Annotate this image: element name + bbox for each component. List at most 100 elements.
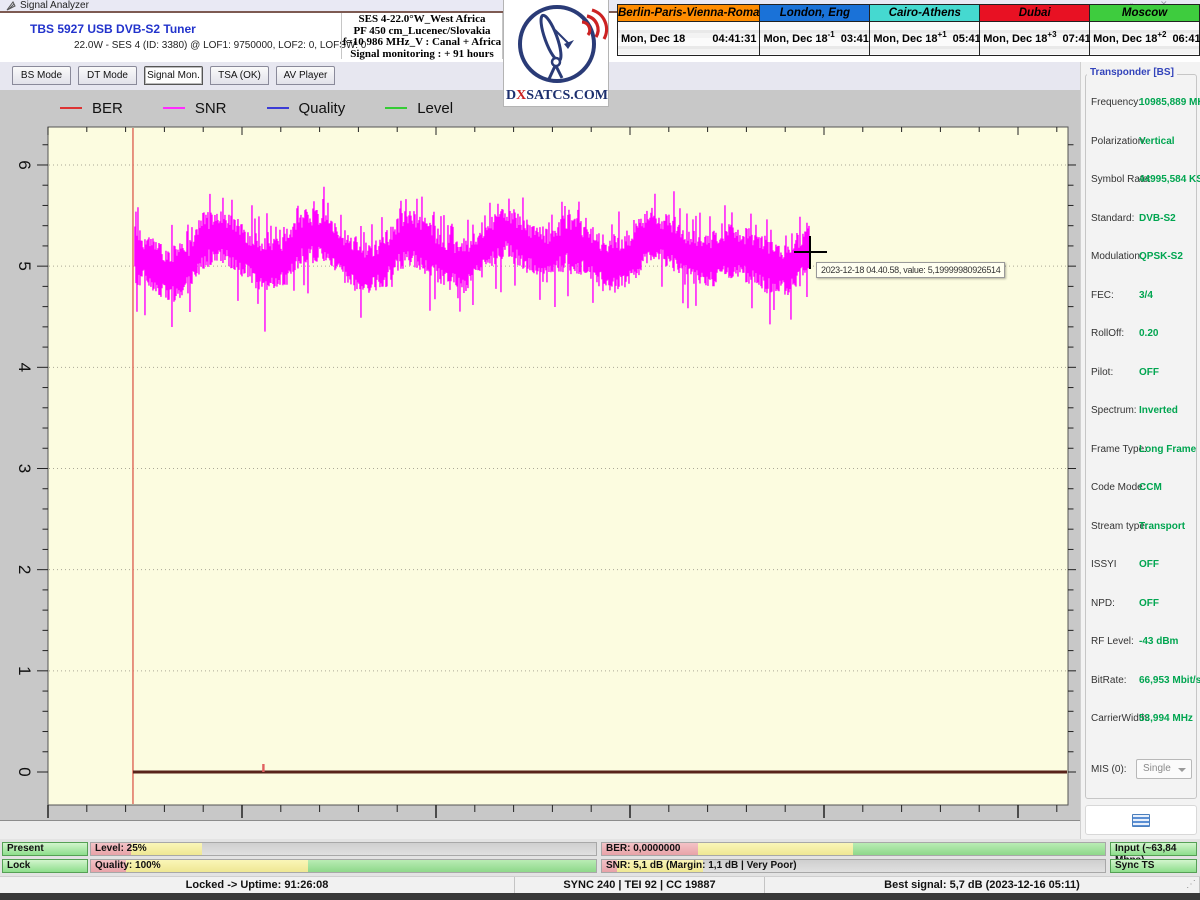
transponder-field-value: 53,994 MHz <box>1139 713 1193 724</box>
clock-date: Mon, Dec 18 <box>873 33 937 45</box>
window-title: Signal Analyzer <box>20 0 89 11</box>
transponder-field-label: Spectrum: <box>1091 405 1137 416</box>
transponder-field-label: NPD: <box>1091 598 1115 609</box>
mis-label: MIS (0): <box>1091 764 1127 775</box>
disk-icon <box>1132 814 1150 827</box>
transponder-field-label: FEC: <box>1091 290 1114 301</box>
clock-berlin: Berlin-Paris-Vienna-RomaMon, Dec 1804:41… <box>617 4 760 56</box>
app-icon <box>6 1 16 11</box>
transponder-field-value: QPSK-S2 <box>1139 251 1183 262</box>
clock-body: Mon, Dec 18+206:41 <box>1090 22 1199 55</box>
clock-utc-offset: -1 <box>828 30 835 39</box>
tab-av-player[interactable]: AV Player <box>276 66 335 85</box>
transponder-field-value: -43 dBm <box>1139 636 1178 647</box>
info-line: Signal monitoring : + 91 hours <box>342 49 502 61</box>
chart-bottom-strip <box>0 820 1080 839</box>
meter-label: Level: 25% <box>95 843 147 854</box>
transponder-field-label: BitRate: <box>1091 675 1127 686</box>
window-bottom-edge <box>0 893 1200 900</box>
transponder-field-label: Code Mode: <box>1091 482 1145 493</box>
ber-spike <box>262 764 264 772</box>
resize-grip[interactable]: ⋰ <box>1186 879 1198 891</box>
y-axis-tick-label: 4 <box>15 363 34 372</box>
clock-city-label: Moscow <box>1090 5 1199 22</box>
transponder-field-value: 10985,889 MHz <box>1139 97 1200 108</box>
world-clocks: Berlin-Paris-Vienna-RomaMon, Dec 1804:41… <box>617 4 1200 56</box>
present-badge: Present <box>2 842 88 856</box>
y-axis-tick-label: 3 <box>15 464 34 473</box>
dxsatcs-logo: DXSATCS.COM <box>503 0 609 107</box>
ber-meter: BER: 0,0000000 <box>601 842 1106 856</box>
clock-cairo: Cairo-Athens Mon, Dec 18+1 05:41 <box>870 4 980 56</box>
transponder-field-value: DVB-S2 <box>1139 213 1176 224</box>
clock-date: Mon, Dec 18 <box>983 33 1047 45</box>
meter-segment-green <box>853 843 1105 855</box>
transponder-field-value: OFF <box>1139 559 1159 570</box>
transponder-field-label: RollOff: <box>1091 328 1124 339</box>
level-meter: Level: 25% <box>90 842 597 856</box>
quality-meter: Quality: 100% <box>90 859 597 873</box>
transponder-field-value: OFF <box>1139 367 1159 378</box>
clock-date: Mon, Dec 18 <box>763 33 827 45</box>
clock-city-label: London, Eng <box>760 5 869 22</box>
chevron-down-icon <box>1178 768 1186 772</box>
meter-label: BER: 0,0000000 <box>606 843 681 854</box>
transponder-field-value: 3/4 <box>1139 290 1153 301</box>
clock-time: 06:41 <box>1172 33 1200 45</box>
panel-action-button[interactable] <box>1085 805 1197 835</box>
clock-utc-offset: +2 <box>1157 30 1166 39</box>
status-section-1: SYNC 240 | TEI 92 | CC 19887 <box>515 877 765 893</box>
transponder-panel: Transponder [BS] Frequency:10985,889 MHz… <box>1080 62 1200 839</box>
clock-date: Mon, Dec 18 <box>621 33 685 45</box>
tuner-title: TBS 5927 USB DVB-S2 Tuner <box>30 22 196 36</box>
transponder-field-value: 0.20 <box>1139 328 1158 339</box>
y-axis-tick-label: 1 <box>15 666 34 675</box>
transponder-field-label: Standard: <box>1091 213 1134 224</box>
tab-dt-mode[interactable]: DT Mode <box>78 66 137 85</box>
status-bar: Locked -> Uptime: 91:26:08SYNC 240 | TEI… <box>0 876 1200 893</box>
meter-segment-yellow <box>698 843 854 855</box>
signal-chart[interactable]: BERSNRQualityLevel 2023-12-18 04.40.58, … <box>0 90 1080 820</box>
tab-signal-mon-[interactable]: Signal Mon. <box>144 66 203 85</box>
clock-city-label: Cairo-Athens <box>870 5 979 22</box>
meter-segment-green <box>308 860 596 872</box>
y-axis-tick-label: 5 <box>15 261 34 270</box>
mis-value: Single <box>1143 763 1171 774</box>
transponder-field-label: Modulation: <box>1091 251 1143 262</box>
clock-body: Mon, Dec 18+307:41 <box>980 22 1089 55</box>
transponder-field-value: Inverted <box>1139 405 1178 416</box>
transponder-field-label: Polarization: <box>1091 136 1146 147</box>
tuner-subtitle: 22.0W - SES 4 (ID: 3380) @ LOF1: 9750000… <box>74 40 366 51</box>
signal-meters: Present Lock Level: 25% Quality: 100% BE… <box>0 839 1200 876</box>
clock-city-label: Dubai <box>980 5 1089 22</box>
clock-body: Mon, Dec 18+1 05:41 <box>870 22 979 55</box>
chart-tooltip: 2023-12-18 04.40.58, value: 5,1999998092… <box>816 262 1005 278</box>
clock-city-label: Berlin-Paris-Vienna-Roma <box>618 5 759 22</box>
meter-label: Quality: 100% <box>95 860 161 871</box>
transponder-field-label: ISSYI <box>1091 559 1117 570</box>
meter-segments <box>91 860 596 872</box>
clock-time: 05:41 <box>953 33 981 45</box>
snr-meter: SNR: 5,1 dB (Margin: 1,1 dB | Very Poor) <box>601 859 1106 873</box>
status-section-0: Locked -> Uptime: 91:26:08 <box>0 877 515 893</box>
clock-time: 07:41 <box>1063 33 1091 45</box>
y-axis-tick-label: 2 <box>15 565 34 574</box>
transponder-title: Transponder [BS] <box>1087 67 1177 78</box>
input-badge: Input (~63,84 Mbps) <box>1110 842 1197 856</box>
clock-body: Mon, Dec 18-103:41:31 <box>760 22 869 55</box>
clock-body: Mon, Dec 1804:41:31 <box>618 22 759 55</box>
tab-tsa-ok-[interactable]: TSA (OK) <box>210 66 269 85</box>
info-line: f=10 986 MHz_V : Canal + Africa <box>342 37 502 49</box>
mis-dropdown[interactable]: Single <box>1136 759 1192 779</box>
info-line: SES 4-22.0°W_West Africa <box>342 14 502 26</box>
transponder-field-label: RF Level: <box>1091 636 1134 647</box>
tab-bs-mode[interactable]: BS Mode <box>12 66 71 85</box>
meter-label: SNR: 5,1 dB (Margin: 1,1 dB | Very Poor) <box>606 860 797 871</box>
transponder-field-value: Transport <box>1139 521 1185 532</box>
chart-canvas[interactable]: 0123456 <box>0 90 1080 820</box>
clock-utc-offset: +1 <box>938 30 947 39</box>
transponder-field-value: CCM <box>1139 482 1162 493</box>
transponder-field-value: 66,953 Mbit/s <box>1139 675 1200 686</box>
transponder-field-value: Long Frame <box>1139 444 1196 455</box>
clock-moscow: MoscowMon, Dec 18+206:41 <box>1090 4 1200 56</box>
